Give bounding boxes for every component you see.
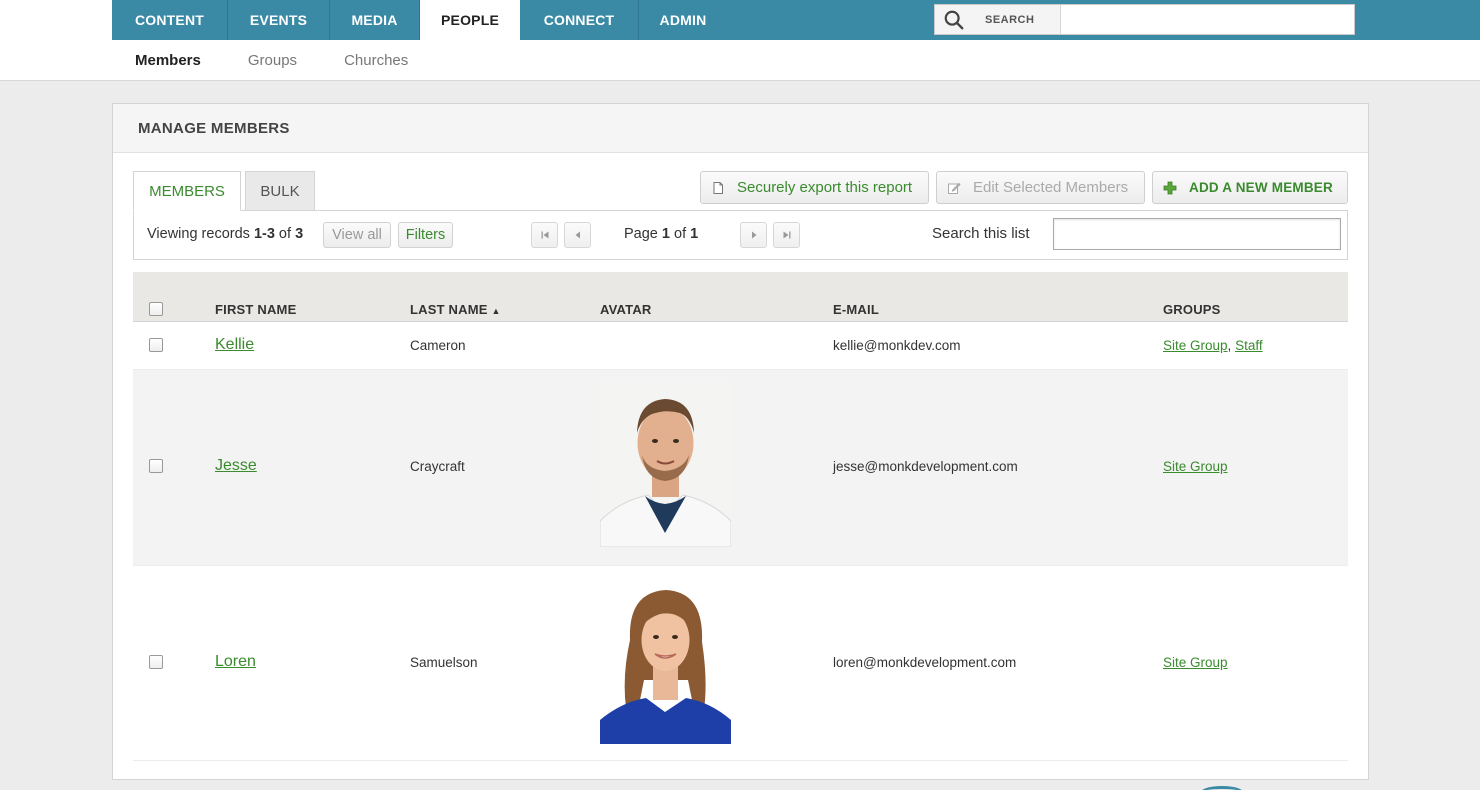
first-name-cell: Loren bbox=[215, 653, 256, 671]
column-header-first-name[interactable]: FIRST NAME bbox=[215, 302, 296, 317]
panel-tabs: MEMBERS BULK bbox=[133, 171, 315, 211]
page-title: MANAGE MEMBERS bbox=[138, 119, 290, 137]
groups-cell: Site Group bbox=[1163, 459, 1228, 474]
row-checkbox[interactable] bbox=[149, 655, 163, 669]
last-name-cell: Cameron bbox=[410, 338, 466, 353]
column-header-groups: GROUPS bbox=[1163, 302, 1221, 317]
document-icon bbox=[711, 181, 725, 195]
column-header-last-name[interactable]: LAST NAME ▲ bbox=[410, 302, 501, 317]
panel-header: MANAGE MEMBERS bbox=[113, 104, 1368, 153]
table-row: Kellie Cameron kellie@monkdev.com Site G… bbox=[133, 322, 1348, 370]
top-nav-bar: CONTENT EVENTS MEDIA PEOPLE CONNECT ADMI… bbox=[0, 0, 1480, 40]
nav-item-connect[interactable]: CONNECT bbox=[520, 0, 639, 40]
sub-nav-bar: Members Groups Churches bbox=[0, 40, 1480, 81]
search-icon bbox=[944, 10, 964, 29]
subnav-item-churches[interactable]: Churches bbox=[344, 52, 408, 69]
tab-bulk[interactable]: BULK bbox=[245, 171, 315, 211]
avatar bbox=[600, 580, 731, 744]
first-name-cell: Kellie bbox=[215, 336, 254, 354]
first-page-button[interactable] bbox=[531, 222, 558, 248]
members-table: FIRST NAME LAST NAME ▲ AVATAR E-MAIL GRO… bbox=[133, 272, 1348, 761]
avatar bbox=[600, 383, 731, 547]
page-indicator: Page 1 of 1 bbox=[624, 226, 699, 242]
group-link[interactable]: Site Group bbox=[1163, 338, 1228, 353]
group-separator: , bbox=[1227, 338, 1236, 353]
panel-actions: Securely export this report Edit Selecte… bbox=[700, 171, 1348, 204]
table-row: Jesse Craycraft jesse@monkdevelopment.co… bbox=[133, 370, 1348, 566]
filters-button[interactable]: Filters bbox=[398, 222, 453, 248]
last-name-cell: Craycraft bbox=[410, 459, 465, 474]
last-name-cell: Samuelson bbox=[410, 655, 478, 670]
add-new-member-button[interactable]: ADD A NEW MEMBER bbox=[1152, 171, 1348, 204]
global-search: SEARCH bbox=[934, 4, 1355, 35]
groups-cell: Site Group, Staff bbox=[1163, 338, 1263, 353]
email-cell: loren@monkdevelopment.com bbox=[833, 655, 1017, 670]
global-search-button[interactable]: SEARCH bbox=[935, 5, 1061, 34]
next-page-icon bbox=[751, 231, 756, 239]
viewing-records-text: Viewing records 1-3 of 3 bbox=[147, 226, 304, 242]
column-header-email[interactable]: E-MAIL bbox=[833, 302, 879, 317]
next-page-button[interactable] bbox=[740, 222, 767, 248]
first-name-cell: Jesse bbox=[215, 457, 257, 475]
nav-item-people[interactable]: PEOPLE bbox=[420, 0, 520, 40]
list-toolbar: Viewing records 1-3 of 3 View all Filter… bbox=[133, 210, 1348, 260]
sort-ascending-icon: ▲ bbox=[491, 306, 501, 316]
edit-selected-members-label: Edit Selected Members bbox=[973, 179, 1129, 196]
table-row: Loren Samuelson loren@monkdevelopment.co… bbox=[133, 566, 1348, 761]
tab-members[interactable]: MEMBERS bbox=[133, 171, 241, 211]
group-link[interactable]: Staff bbox=[1235, 338, 1263, 353]
group-link[interactable]: Site Group bbox=[1163, 655, 1228, 670]
export-report-button[interactable]: Securely export this report bbox=[700, 171, 929, 204]
add-new-member-label: ADD A NEW MEMBER bbox=[1189, 180, 1333, 195]
search-list-label: Search this list bbox=[932, 225, 1030, 242]
member-name-link[interactable]: Loren bbox=[215, 653, 256, 670]
groups-cell: Site Group bbox=[1163, 655, 1228, 670]
man-portrait-icon bbox=[600, 383, 731, 547]
member-name-link[interactable]: Kellie bbox=[215, 336, 254, 353]
sub-nav: Members Groups Churches bbox=[135, 40, 408, 80]
last-page-button[interactable] bbox=[773, 222, 800, 248]
select-all-checkbox[interactable] bbox=[149, 302, 163, 316]
subnav-item-members[interactable]: Members bbox=[135, 52, 201, 69]
manage-members-panel: MANAGE MEMBERS MEMBERS BULK Securely exp… bbox=[112, 103, 1369, 780]
last-page-icon bbox=[783, 231, 790, 239]
top-nav-left-gutter bbox=[0, 0, 112, 40]
global-search-input[interactable] bbox=[1061, 5, 1354, 34]
global-search-label: SEARCH bbox=[985, 13, 1035, 26]
row-checkbox[interactable] bbox=[149, 338, 163, 352]
edit-selected-members-button[interactable]: Edit Selected Members bbox=[936, 171, 1145, 204]
export-report-label: Securely export this report bbox=[737, 179, 913, 196]
row-checkbox[interactable] bbox=[149, 459, 163, 473]
nav-item-media[interactable]: MEDIA bbox=[330, 0, 420, 40]
search-list-input[interactable] bbox=[1053, 218, 1341, 250]
column-header-avatar: AVATAR bbox=[600, 302, 652, 317]
email-cell: kellie@monkdev.com bbox=[833, 338, 961, 353]
first-page-icon bbox=[541, 231, 548, 239]
edit-icon bbox=[947, 181, 961, 195]
previous-page-icon bbox=[575, 231, 580, 239]
footer-decoration bbox=[1200, 786, 1244, 790]
plus-icon bbox=[1163, 181, 1177, 195]
table-header: FIRST NAME LAST NAME ▲ AVATAR E-MAIL GRO… bbox=[133, 272, 1348, 322]
view-all-button[interactable]: View all bbox=[323, 222, 391, 248]
member-name-link[interactable]: Jesse bbox=[215, 457, 257, 474]
nav-item-admin[interactable]: ADMIN bbox=[639, 0, 727, 40]
nav-item-content[interactable]: CONTENT bbox=[112, 0, 228, 40]
woman-portrait-icon bbox=[600, 580, 731, 744]
nav-item-events[interactable]: EVENTS bbox=[228, 0, 330, 40]
previous-page-button[interactable] bbox=[564, 222, 591, 248]
group-link[interactable]: Site Group bbox=[1163, 459, 1228, 474]
email-cell: jesse@monkdevelopment.com bbox=[833, 459, 1018, 474]
main-nav: CONTENT EVENTS MEDIA PEOPLE CONNECT ADMI… bbox=[112, 0, 727, 40]
subnav-item-groups[interactable]: Groups bbox=[248, 52, 297, 69]
